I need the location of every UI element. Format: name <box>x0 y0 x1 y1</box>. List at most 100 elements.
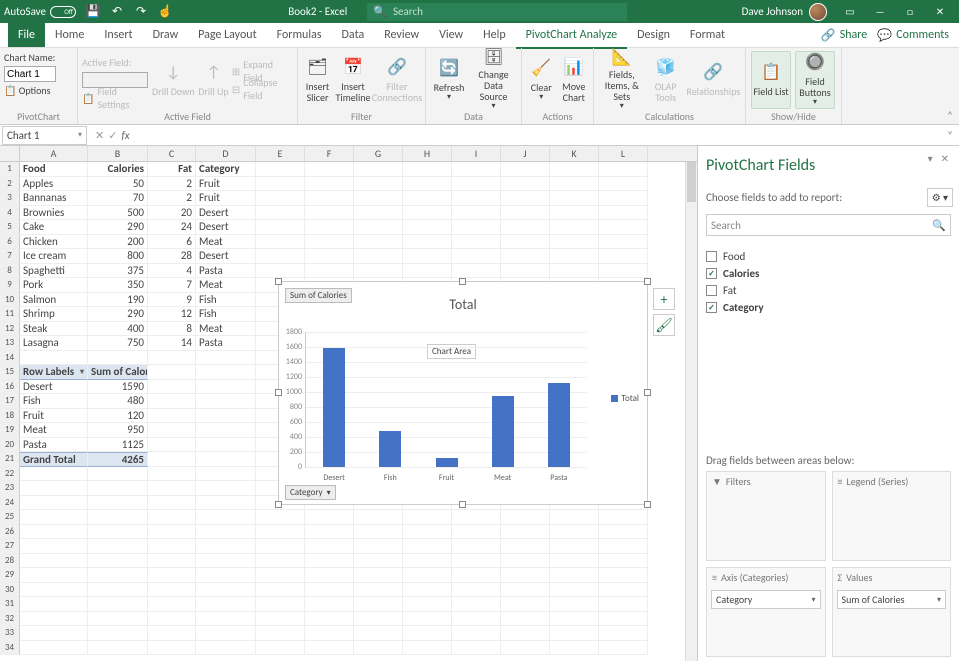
cell[interactable]: Meat <box>196 235 256 250</box>
pane-dropdown-icon[interactable]: ▾ <box>928 152 933 165</box>
cell[interactable]: Row Labels▾ <box>20 365 88 380</box>
cell[interactable]: 2 <box>148 177 196 192</box>
cell[interactable] <box>196 496 256 511</box>
row-header[interactable]: 15 <box>0 365 20 380</box>
cell[interactable]: 190 <box>88 293 148 308</box>
row-header[interactable]: 5 <box>0 220 20 235</box>
cell[interactable] <box>305 583 354 598</box>
change-data-source-button[interactable]: 🗄Change Data Source▾ <box>470 51 517 109</box>
cell[interactable] <box>550 162 599 177</box>
cell[interactable] <box>148 597 196 612</box>
cell[interactable] <box>599 264 648 279</box>
field-buttons-button[interactable]: 🔘Field Buttons▾ <box>795 51 835 109</box>
cell[interactable] <box>256 510 305 525</box>
cell[interactable]: 290 <box>88 220 148 235</box>
cell[interactable]: Desert <box>196 249 256 264</box>
cell[interactable] <box>88 510 148 525</box>
cell[interactable] <box>148 380 196 395</box>
row-header[interactable]: 16 <box>0 380 20 395</box>
cell[interactable] <box>196 380 256 395</box>
cell[interactable] <box>148 481 196 496</box>
share-button[interactable]: 🔗 Share <box>821 28 868 43</box>
cell[interactable] <box>354 525 403 540</box>
cell[interactable] <box>354 554 403 569</box>
cell[interactable]: Bannanas <box>20 191 88 206</box>
cell[interactable]: Fish <box>196 307 256 322</box>
cell[interactable] <box>88 554 148 569</box>
cell[interactable] <box>452 177 501 192</box>
cell[interactable] <box>305 162 354 177</box>
cell[interactable] <box>452 191 501 206</box>
col-header-j[interactable]: J <box>501 146 550 161</box>
cell[interactable] <box>196 481 256 496</box>
fields-items-sets-button[interactable]: 📐Fields, Items, & Sets▾ <box>598 51 646 109</box>
cell[interactable] <box>501 626 550 641</box>
cell[interactable] <box>305 249 354 264</box>
close-icon[interactable]: ✕ <box>925 0 955 23</box>
insert-slicer-button[interactable]: 🗂Insert Slicer <box>302 51 333 109</box>
cell[interactable] <box>20 626 88 641</box>
cell[interactable] <box>20 612 88 627</box>
cell[interactable] <box>403 220 452 235</box>
cell[interactable] <box>88 568 148 583</box>
cell[interactable] <box>354 220 403 235</box>
cell[interactable] <box>550 249 599 264</box>
cell[interactable] <box>196 612 256 627</box>
checkbox-icon[interactable] <box>706 285 717 296</box>
cell[interactable] <box>148 423 196 438</box>
row-header[interactable]: 6 <box>0 235 20 250</box>
axis-area-item[interactable]: Category▾ <box>711 590 821 609</box>
chart-bar[interactable] <box>436 458 458 467</box>
cell[interactable] <box>196 365 256 380</box>
cell[interactable] <box>148 496 196 511</box>
cell[interactable]: 290 <box>88 307 148 322</box>
name-box[interactable]: Chart 1▾ <box>2 126 87 145</box>
cell[interactable] <box>403 177 452 192</box>
cell[interactable] <box>148 510 196 525</box>
row-header[interactable]: 31 <box>0 597 20 612</box>
cell[interactable] <box>256 206 305 221</box>
row-header[interactable]: 2 <box>0 177 20 192</box>
cell[interactable] <box>403 525 452 540</box>
cell[interactable]: 1125 <box>88 438 148 453</box>
cell[interactable]: 12 <box>148 307 196 322</box>
chart-axis-field-button[interactable]: Category▾ <box>285 485 336 500</box>
tab-file[interactable]: File <box>8 23 45 47</box>
row-header[interactable]: 9 <box>0 278 20 293</box>
cell[interactable] <box>403 612 452 627</box>
col-header-d[interactable]: D <box>196 146 256 161</box>
cell[interactable] <box>148 394 196 409</box>
cell[interactable] <box>305 235 354 250</box>
row-header[interactable]: 26 <box>0 525 20 540</box>
cell[interactable] <box>550 220 599 235</box>
cell[interactable] <box>88 626 148 641</box>
col-header-f[interactable]: F <box>305 146 354 161</box>
cell[interactable] <box>20 554 88 569</box>
cell[interactable] <box>256 191 305 206</box>
cell[interactable] <box>88 467 148 482</box>
cell[interactable]: 8 <box>148 322 196 337</box>
tab-view[interactable]: View <box>429 23 473 47</box>
cell[interactable] <box>354 249 403 264</box>
cell[interactable] <box>88 641 148 656</box>
cell[interactable]: Fruit <box>196 177 256 192</box>
tab-design[interactable]: Design <box>627 23 680 47</box>
minimize-icon[interactable]: — <box>865 0 895 23</box>
cell[interactable] <box>550 539 599 554</box>
vertical-scrollbar[interactable] <box>685 162 697 661</box>
cell[interactable] <box>550 264 599 279</box>
cell[interactable] <box>550 191 599 206</box>
pane-close-icon[interactable]: ✕ <box>941 152 949 165</box>
cell[interactable]: 20 <box>148 206 196 221</box>
cell[interactable] <box>599 206 648 221</box>
row-header[interactable]: 1 <box>0 162 20 177</box>
checkbox-icon[interactable]: ✓ <box>706 302 717 313</box>
cell[interactable] <box>148 409 196 424</box>
cell[interactable] <box>20 496 88 511</box>
cell[interactable] <box>550 612 599 627</box>
cell[interactable]: 500 <box>88 206 148 221</box>
cell[interactable] <box>88 496 148 511</box>
cell[interactable] <box>196 423 256 438</box>
cell[interactable] <box>88 612 148 627</box>
cell[interactable] <box>354 235 403 250</box>
